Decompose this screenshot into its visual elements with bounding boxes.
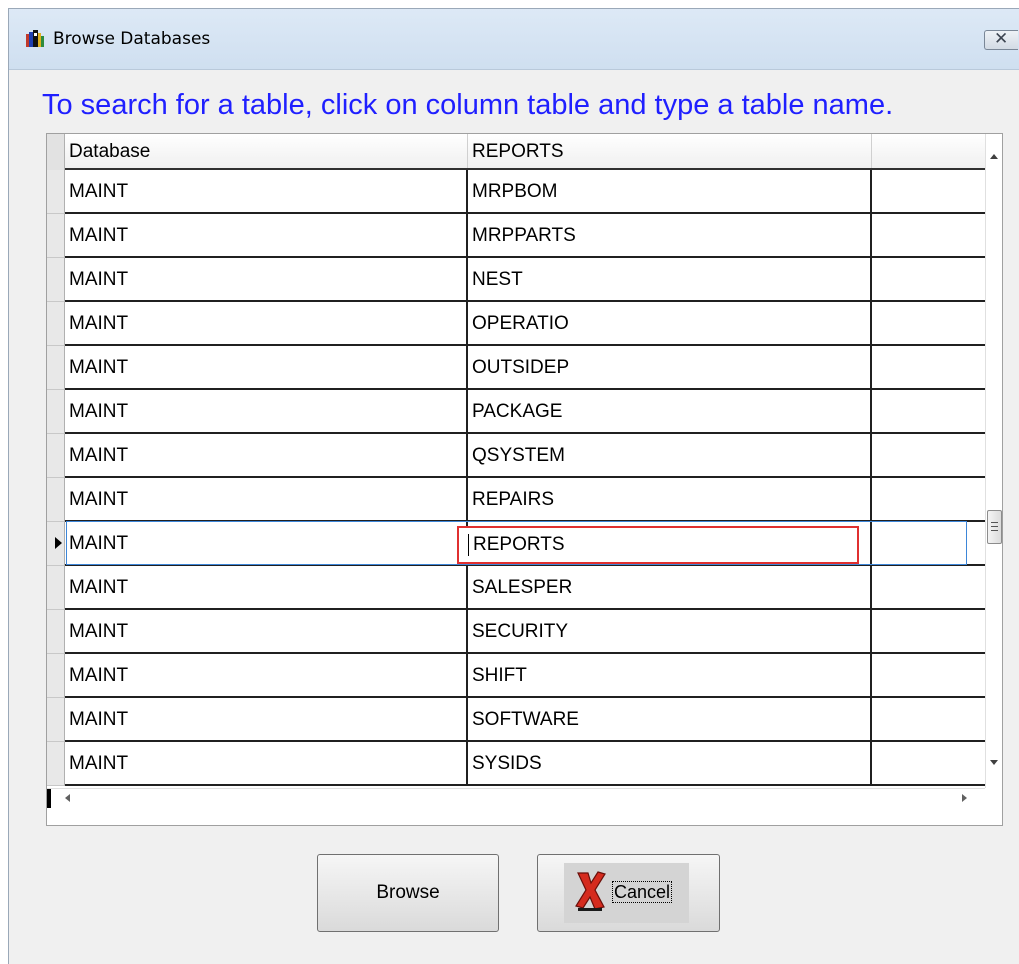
row-selector[interactable] — [47, 258, 65, 302]
text-caret — [468, 534, 469, 556]
hscroll-edge — [47, 789, 51, 808]
cell-empty[interactable] — [872, 610, 985, 654]
window-title: Browse Databases — [53, 29, 211, 49]
cell-empty[interactable] — [872, 566, 985, 610]
table-row[interactable]: MAINT REPAIRS — [47, 478, 985, 522]
instruction-text: To search for a table, click on column t… — [42, 89, 894, 121]
cell-empty[interactable] — [872, 434, 985, 478]
cell-table[interactable]: SHIFT — [468, 654, 872, 698]
column-header-table[interactable]: REPORTS — [468, 134, 872, 168]
cell-empty[interactable] — [872, 654, 985, 698]
cell-empty[interactable] — [872, 522, 985, 566]
cell-table[interactable]: SOFTWARE — [468, 698, 872, 742]
browse-button-label: Browse — [376, 882, 440, 903]
grid-corner — [47, 134, 65, 170]
cell-table[interactable]: SALESPER — [468, 566, 872, 610]
cell-table[interactable]: QSYSTEM — [468, 434, 872, 478]
row-selector[interactable] — [47, 698, 65, 742]
row-selector[interactable] — [47, 302, 65, 346]
row-selector[interactable] — [47, 522, 65, 566]
red-x-icon — [575, 871, 606, 911]
cell-database[interactable]: MAINT — [65, 698, 468, 742]
cell-table[interactable]: SYSIDS — [468, 742, 872, 786]
table-row[interactable]: MAINT OPERATIO — [47, 302, 985, 346]
cell-database[interactable]: MAINT — [65, 170, 468, 214]
table-row[interactable]: MAINT MRPPARTS — [47, 214, 985, 258]
row-selector[interactable] — [47, 214, 65, 258]
cell-empty[interactable] — [872, 170, 985, 214]
close-button[interactable]: ✕ — [984, 29, 1018, 50]
cell-empty[interactable] — [872, 258, 985, 302]
scroll-right-icon[interactable] — [962, 794, 967, 802]
cell-empty[interactable] — [872, 390, 985, 434]
cell-empty[interactable] — [872, 302, 985, 346]
row-selector[interactable] — [47, 654, 65, 698]
cell-table[interactable]: MRPBOM — [468, 170, 872, 214]
cell-database[interactable]: MAINT — [65, 610, 468, 654]
database-table-grid[interactable]: Database REPORTS MAINT MRPBOM MAINT MRPPART… — [46, 133, 1003, 826]
cell-empty[interactable] — [872, 214, 985, 258]
cell-table[interactable]: PACKAGE — [468, 390, 872, 434]
cell-table[interactable]: OPERATIO — [468, 302, 872, 346]
cell-empty[interactable] — [872, 478, 985, 522]
table-row[interactable]: MAINT SOFTWARE — [47, 698, 985, 742]
row-selector[interactable] — [47, 434, 65, 478]
table-row[interactable]: MAINT REPORTS — [47, 521, 985, 566]
browse-button[interactable]: Browse — [317, 854, 499, 932]
cell-table[interactable]: SECURITY — [468, 610, 872, 654]
cell-database[interactable]: MAINT — [65, 478, 468, 522]
cancel-button[interactable]: Cancel — [537, 854, 720, 932]
table-row[interactable]: MAINT SECURITY — [47, 610, 985, 654]
browse-databases-dialog: Browse Databases ✕ To search for a table… — [8, 8, 1019, 964]
cell-database[interactable]: MAINT — [65, 258, 468, 302]
cell-table[interactable]: REPAIRS — [468, 478, 872, 522]
scroll-down-icon[interactable] — [990, 760, 998, 765]
row-selector[interactable] — [47, 390, 65, 434]
cell-database[interactable]: MAINT — [65, 346, 468, 390]
cell-database[interactable]: MAINT — [65, 390, 468, 434]
row-selector[interactable] — [47, 742, 65, 786]
current-row-arrow-icon — [55, 537, 62, 549]
cell-database[interactable]: MAINT — [65, 522, 468, 566]
table-row[interactable]: MAINT MRPBOM — [47, 170, 985, 214]
cell-empty[interactable] — [872, 698, 985, 742]
scroll-up-icon[interactable] — [990, 154, 998, 159]
scroll-left-icon[interactable] — [65, 794, 70, 802]
cell-database[interactable]: MAINT — [65, 566, 468, 610]
cell-table[interactable]: MRPPARTS — [468, 214, 872, 258]
cancel-button-label: Cancel — [612, 881, 673, 903]
cell-database[interactable]: MAINT — [65, 302, 468, 346]
table-row[interactable]: MAINT QSYSTEM — [47, 434, 985, 478]
table-row[interactable]: MAINT OUTSIDEP — [47, 346, 985, 390]
title-bar[interactable]: Browse Databases ✕ — [9, 9, 1019, 70]
scroll-thumb[interactable] — [987, 510, 1002, 544]
row-selector[interactable] — [47, 610, 65, 654]
cell-table[interactable]: OUTSIDEP — [468, 346, 872, 390]
cell-database[interactable]: MAINT — [65, 654, 468, 698]
horizontal-scrollbar[interactable] — [47, 788, 985, 808]
table-cell-editor[interactable]: REPORTS — [457, 526, 859, 564]
cell-database[interactable]: MAINT — [65, 434, 468, 478]
row-selector[interactable] — [47, 566, 65, 610]
column-header-database[interactable]: Database — [65, 134, 468, 168]
cell-empty[interactable] — [872, 742, 985, 786]
cell-empty[interactable] — [872, 346, 985, 390]
table-row[interactable]: MAINT NEST — [47, 258, 985, 302]
row-selector[interactable] — [47, 478, 65, 522]
row-selector[interactable] — [47, 346, 65, 390]
table-row[interactable]: MAINT SALESPER — [47, 566, 985, 610]
cell-database[interactable]: MAINT — [65, 742, 468, 786]
table-row[interactable]: MAINT SHIFT — [47, 654, 985, 698]
vertical-scrollbar[interactable] — [985, 134, 1002, 788]
table-row[interactable]: MAINT SYSIDS — [47, 742, 985, 786]
editor-value: REPORTS — [473, 534, 565, 555]
table-row[interactable]: MAINT PACKAGE — [47, 390, 985, 434]
close-icon: ✕ — [994, 29, 1009, 49]
cell-database[interactable]: MAINT — [65, 214, 468, 258]
db-app-icon — [26, 30, 44, 47]
cell-table[interactable]: NEST — [468, 258, 872, 302]
grid-header: Database REPORTS — [47, 134, 985, 170]
row-selector[interactable] — [47, 170, 65, 214]
